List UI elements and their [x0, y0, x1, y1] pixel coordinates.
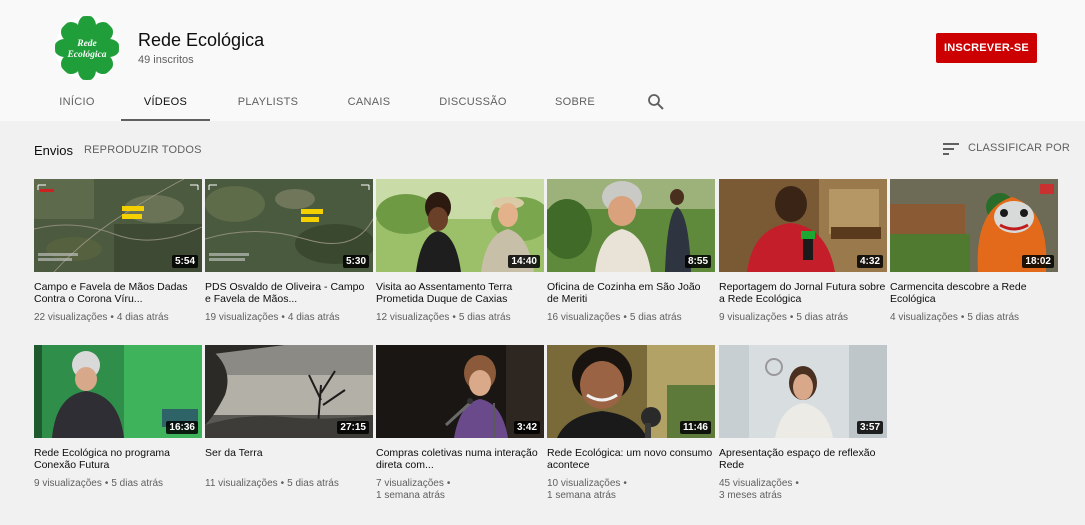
tab-playlists[interactable]: PLAYLISTS — [230, 84, 306, 121]
video-duration: 8:55 — [684, 255, 711, 268]
tab-videos[interactable]: VÍDEOS — [121, 84, 210, 121]
svg-text:Ecológica: Ecológica — [66, 50, 106, 60]
tab-inicio[interactable]: INÍCIO — [52, 84, 102, 121]
video-thumbnail[interactable]: 5:54 — [34, 179, 202, 272]
video-card[interactable]: 14:40 Visita ao Assentamento Terra Prome… — [376, 179, 544, 324]
video-title[interactable]: Apresentação espaço de reflexão Rede — [719, 447, 887, 471]
upload-age: 5 dias atrás — [796, 312, 849, 323]
video-thumbnail[interactable]: 27:15 — [205, 345, 373, 438]
video-meta: 16 visualizações • 5 dias atrás — [547, 312, 682, 323]
subscriber-count: 49 inscritos — [138, 54, 194, 66]
upload-age: 3 meses atrás — [719, 490, 782, 501]
section-title: Envios — [34, 143, 74, 158]
svg-text:Rede: Rede — [76, 39, 97, 49]
video-thumbnail[interactable]: 18:02 — [890, 179, 1058, 272]
video-thumbnail[interactable]: 16:36 — [34, 345, 202, 438]
video-duration: 5:30 — [342, 255, 369, 268]
channel-tabs: INÍCIO VÍDEOS PLAYLISTS CANAIS DISCUSSÃO… — [0, 84, 1085, 121]
video-meta: 7 visualizações • 1 semana atrás — [376, 478, 451, 501]
subscribe-button[interactable]: INSCREVER-SE — [936, 33, 1037, 63]
video-card[interactable]: 8:55 Oficina de Cozinha em São João de M… — [547, 179, 715, 324]
sort-icon — [943, 143, 959, 155]
video-title[interactable]: PDS Osvaldo de Oliveira - Campo e Favela… — [205, 281, 373, 305]
video-card[interactable]: 18:02 Carmencita descobre a Rede Ecológi… — [890, 179, 1058, 324]
video-title[interactable]: Ser da Terra — [205, 447, 373, 471]
video-duration: 16:36 — [166, 421, 198, 434]
upload-age: 1 semana atrás — [547, 490, 616, 501]
video-duration: 27:15 — [337, 421, 369, 434]
view-count: 12 visualizações — [376, 312, 450, 323]
view-count: 4 visualizações — [890, 312, 958, 323]
video-title[interactable]: Reportagem do Jornal Futura sobre a Rede… — [719, 281, 887, 305]
channel-avatar[interactable]: Rede Ecológica — [55, 16, 119, 80]
play-all-button[interactable]: REPRODUZIR TODOS — [84, 144, 202, 156]
video-title[interactable]: Carmencita descobre a Rede Ecológica — [890, 281, 1058, 305]
upload-age: 5 dias atrás — [967, 312, 1020, 323]
video-card[interactable]: 3:57 Apresentação espaço de reflexão Red… — [719, 345, 887, 502]
tab-canais[interactable]: CANAIS — [340, 84, 398, 121]
video-title[interactable]: Rede Ecológica no programa Conexão Futur… — [34, 447, 202, 471]
view-count: 7 visualizações — [376, 478, 444, 489]
search-icon[interactable] — [647, 93, 665, 111]
leaf-logo-icon: Rede Ecológica — [55, 16, 119, 80]
view-count: 9 visualizações — [719, 312, 787, 323]
video-card[interactable]: 11:46 Rede Ecológica: um novo consumo ac… — [547, 345, 715, 502]
video-meta: 9 visualizações • 5 dias atrás — [34, 478, 164, 489]
video-meta: 9 visualizações • 5 dias atrás — [719, 312, 849, 323]
channel-name: Rede Ecológica — [138, 30, 265, 50]
upload-age: 1 semana atrás — [376, 490, 445, 501]
video-card[interactable]: 4:32 Reportagem do Jornal Futura sobre a… — [719, 179, 887, 324]
upload-age: 5 dias atrás — [111, 478, 164, 489]
video-title[interactable]: Compras coletivas numa interação direta … — [376, 447, 544, 471]
view-count: 11 visualizações — [205, 478, 278, 489]
video-thumbnail[interactable]: 14:40 — [376, 179, 544, 272]
video-card[interactable]: 16:36 Rede Ecológica no programa Conexão… — [34, 345, 202, 490]
video-thumbnail[interactable]: 8:55 — [547, 179, 715, 272]
view-count: 22 visualizações — [34, 312, 108, 323]
video-duration: 18:02 — [1022, 255, 1054, 268]
video-meta: 19 visualizações • 4 dias atrás — [205, 312, 340, 323]
view-count: 10 visualizações — [547, 478, 621, 489]
uploads-section-bar: Envios REPRODUZIR TODOS CLASSIFICAR POR — [0, 121, 1085, 173]
video-thumbnail[interactable]: 4:32 — [719, 179, 887, 272]
video-thumbnail[interactable]: 5:30 — [205, 179, 373, 272]
channel-header: Rede Ecológica Rede Ecológica 49 inscrit… — [0, 0, 1085, 121]
video-thumbnail[interactable]: 3:42 — [376, 345, 544, 438]
sort-label: CLASSIFICAR POR — [968, 142, 1071, 154]
view-count: 9 visualizações — [34, 478, 102, 489]
video-card[interactable]: 3:42 Compras coletivas numa interação di… — [376, 345, 544, 502]
tab-sobre[interactable]: SOBRE — [548, 84, 602, 121]
video-duration: 14:40 — [508, 255, 540, 268]
video-card[interactable]: 27:15 Ser da Terra 11 visualizações • 5 di… — [205, 345, 373, 490]
video-meta: 10 visualizações • 1 semana atrás — [547, 478, 627, 501]
video-thumbnail[interactable]: 11:46 — [547, 345, 715, 438]
upload-age: 5 dias atrás — [458, 312, 511, 323]
view-count: 16 visualizações — [547, 312, 621, 323]
upload-age: 4 dias atrás — [287, 312, 340, 323]
video-title[interactable]: Rede Ecológica: um novo consumo acontece — [547, 447, 715, 471]
video-title[interactable]: Visita ao Assentamento Terra Prometida D… — [376, 281, 544, 305]
upload-age: 4 dias atrás — [116, 312, 169, 323]
video-duration: 4:32 — [856, 255, 883, 268]
video-meta: 11 visualizações • 5 dias atrás — [205, 478, 339, 489]
video-title[interactable]: Oficina de Cozinha em São João de Meriti — [547, 281, 715, 305]
video-duration: 5:54 — [171, 255, 198, 268]
video-title[interactable]: Campo e Favela de Mãos Dadas Contra o Co… — [34, 281, 202, 305]
view-count: 19 visualizações — [205, 312, 279, 323]
video-meta: 45 visualizações • 3 meses atrás — [719, 478, 799, 501]
video-card[interactable]: 5:30 PDS Osvaldo de Oliveira - Campo e F… — [205, 179, 373, 324]
video-meta: 12 visualizações • 5 dias atrás — [376, 312, 511, 323]
video-duration: 3:42 — [513, 421, 540, 434]
video-thumbnail[interactable]: 3:57 — [719, 345, 887, 438]
video-card[interactable]: 5:54 Campo e Favela de Mãos Dadas Contra… — [34, 179, 202, 324]
tab-discussao[interactable]: DISCUSSÃO — [435, 84, 511, 121]
upload-age: 5 dias atrás — [629, 312, 682, 323]
view-count: 45 visualizações — [719, 478, 793, 489]
upload-age: 5 dias atrás — [287, 478, 339, 489]
video-meta: 4 visualizações • 5 dias atrás — [890, 312, 1020, 323]
video-duration: 3:57 — [856, 421, 883, 434]
video-meta: 22 visualizações • 4 dias atrás — [34, 312, 169, 323]
video-duration: 11:46 — [679, 421, 711, 434]
